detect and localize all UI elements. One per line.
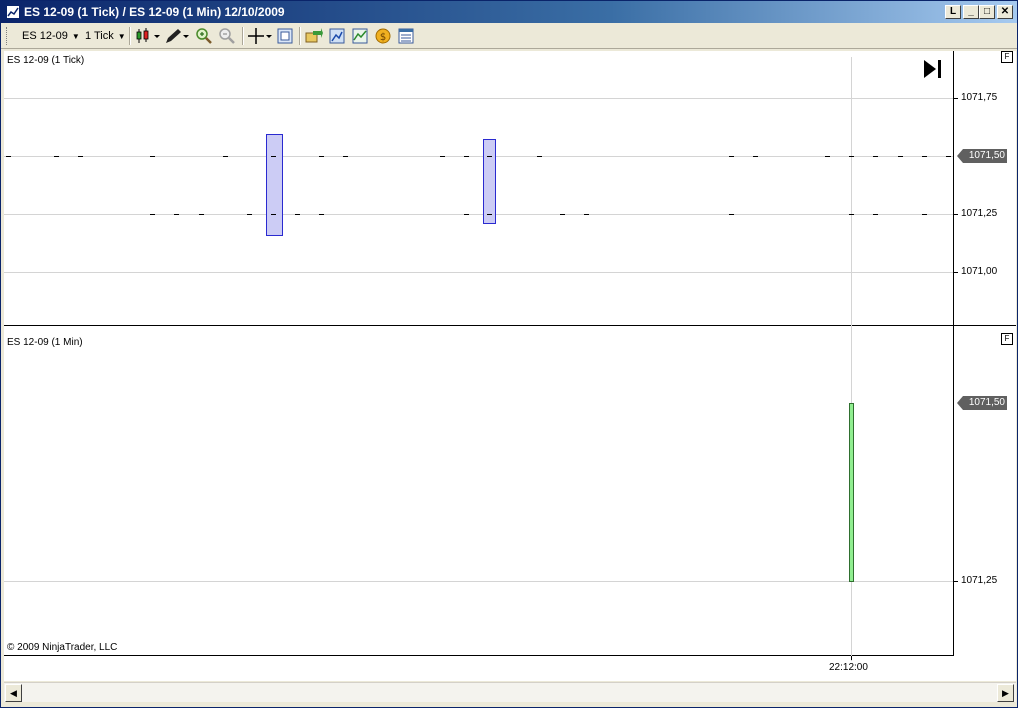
title-bar[interactable]: ES 12-09 (1 Tick) / ES 12-09 (1 Min) 12/…	[1, 1, 1017, 23]
indicators-button[interactable]	[351, 27, 369, 47]
top-panel-title: ES 12-09 (1 Tick)	[7, 55, 85, 66]
chart-properties-icon	[398, 28, 414, 44]
toolbar-separator	[242, 27, 244, 45]
scroll-right-button[interactable]: ▶	[997, 684, 1014, 702]
zoom-out-button[interactable]	[218, 27, 236, 47]
crosshair-button[interactable]	[247, 27, 273, 47]
chart-properties-button[interactable]	[397, 27, 415, 47]
last-price-tag: 1071,50	[957, 149, 1007, 163]
svg-text:$: $	[380, 32, 386, 43]
chart-toolbar: ES 12-09 ▼ 1 Tick ▼ $	[1, 23, 1017, 49]
properties-icon	[329, 28, 345, 44]
bottom-panel-flag[interactable]: F	[1001, 333, 1013, 345]
last-price-tag: 1071,50	[957, 396, 1007, 410]
maximize-button[interactable]: □	[979, 5, 995, 19]
data-box-button[interactable]	[276, 27, 294, 47]
horizontal-scrollbar[interactable]: ◀ ▶	[4, 682, 1016, 702]
indicators-icon	[352, 28, 368, 44]
bar-type-button[interactable]	[135, 27, 161, 47]
jump-to-end-button[interactable]	[920, 57, 946, 81]
copyright-text: © 2009 NinjaTrader, LLC	[7, 642, 118, 653]
zoom-in-button[interactable]	[195, 27, 213, 47]
window-title: ES 12-09 (1 Tick) / ES 12-09 (1 Min) 12/…	[24, 5, 285, 19]
zoom-out-icon	[219, 28, 235, 44]
price-label: 1071,00	[961, 266, 998, 277]
chart-canvas	[4, 51, 1016, 661]
zoom-in-icon	[196, 28, 212, 44]
properties-button[interactable]	[328, 27, 346, 47]
restore-l-button[interactable]: L	[945, 5, 961, 19]
price-label: 1071,25	[961, 575, 998, 586]
bar-type-icon	[136, 28, 160, 43]
arrow-right-icon: ▶	[1002, 688, 1009, 698]
price-axis-ticks	[851, 98, 958, 660]
currency-button[interactable]: $	[374, 27, 392, 47]
interval-label: 1 Tick	[85, 30, 114, 42]
strategies-button[interactable]	[305, 27, 323, 47]
currency-icon: $	[375, 28, 391, 44]
time-axis-label: 22:12:00	[829, 662, 868, 673]
strategies-icon	[305, 28, 323, 43]
close-button[interactable]: ✕	[997, 5, 1013, 19]
arrow-left-icon: ◀	[10, 688, 17, 698]
data-box-icon	[277, 28, 293, 44]
interval-selector[interactable]: 1 Tick ▼	[85, 26, 126, 46]
drawing-tools-button[interactable]	[164, 27, 190, 47]
toolbar-grip[interactable]	[6, 27, 9, 45]
instrument-selector[interactable]: ES 12-09 ▼	[22, 26, 80, 46]
tick-highlight-box	[483, 139, 496, 224]
toolbar-separator	[299, 27, 301, 45]
chart-app-icon	[6, 5, 20, 19]
instrument-label: ES 12-09	[22, 30, 68, 42]
scroll-left-button[interactable]: ◀	[5, 684, 22, 702]
top-panel-flag[interactable]: F	[1001, 51, 1013, 63]
chevron-down-icon: ▼	[71, 32, 80, 41]
crosshair-icon	[248, 28, 272, 44]
chart-area[interactable]: ES 12-09 (1 Tick) F 1071,75 1071,50 1071…	[4, 51, 1016, 681]
minimize-button[interactable]: _	[963, 5, 979, 19]
minute-bar	[849, 403, 854, 582]
chart-window: ES 12-09 (1 Tick) / ES 12-09 (1 Min) 12/…	[0, 0, 1018, 708]
price-label: 1071,25	[961, 208, 998, 219]
tick-highlight-box	[266, 134, 283, 236]
drawing-pencil-icon	[166, 29, 189, 43]
chevron-down-icon: ▼	[117, 32, 126, 41]
bottom-panel-title: ES 12-09 (1 Min)	[7, 337, 83, 348]
price-label: 1071,75	[961, 92, 998, 103]
toolbar-separator	[129, 27, 131, 45]
